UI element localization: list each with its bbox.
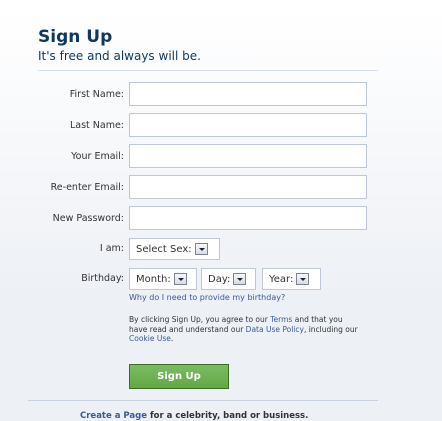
create-page-note: Create a Page for a celebrity, band or b… — [80, 411, 308, 421]
page-subtitle: It's free and always will be. — [38, 49, 201, 63]
last-name-label: Last Name: — [69, 120, 124, 131]
chevron-down-icon — [296, 273, 310, 285]
footer-divider — [28, 400, 378, 401]
terms-link[interactable]: Terms — [270, 315, 292, 324]
birthday-help-link[interactable]: Why do I need to provide my birthday? — [129, 292, 285, 303]
birth-month-value: Month: — [136, 273, 171, 285]
chevron-down-icon — [173, 273, 187, 285]
birth-year-select[interactable]: Year: — [262, 268, 321, 290]
password-input[interactable] — [129, 206, 367, 230]
legal-notice: By clicking Sign Up, you agree to our Te… — [129, 315, 359, 344]
create-page-text: for a celebrity, band or business. — [147, 411, 309, 421]
first-name-input[interactable] — [129, 82, 367, 106]
sex-label: I am: — [99, 243, 124, 254]
email-input[interactable] — [129, 144, 367, 168]
chevron-down-icon — [194, 243, 208, 255]
first-name-label: First Name: — [69, 89, 124, 100]
sex-select[interactable]: Select Sex: — [129, 238, 220, 260]
last-name-input[interactable] — [129, 113, 367, 137]
cookie-use-link[interactable]: Cookie Use — [129, 334, 171, 343]
reenter-email-label: Re-enter Email: — [50, 182, 124, 193]
birth-year-value: Year: — [269, 273, 294, 285]
password-label: New Password: — [52, 213, 124, 224]
birth-day-value: Day: — [208, 273, 231, 285]
signup-panel: Sign Up It's free and always will be. Fi… — [0, 0, 442, 421]
page-title: Sign Up — [38, 27, 113, 47]
birth-month-select[interactable]: Month: — [129, 268, 197, 290]
birthday-label: Birthday: — [81, 273, 124, 284]
create-page-link[interactable]: Create a Page — [80, 411, 147, 421]
legal-text: By clicking Sign Up, you agree to our — [129, 315, 271, 324]
sign-up-button[interactable]: Sign Up — [129, 364, 229, 389]
header-divider — [38, 70, 378, 71]
email-label: Your Email: — [71, 151, 124, 162]
data-use-policy-link[interactable]: Data Use Policy — [246, 325, 304, 334]
sex-select-value: Select Sex: — [136, 243, 192, 255]
legal-text: , including our — [303, 324, 358, 334]
chevron-down-icon — [233, 273, 247, 285]
legal-text: . — [170, 334, 174, 343]
birth-day-select[interactable]: Day: — [201, 268, 256, 290]
reenter-email-input[interactable] — [129, 175, 367, 199]
